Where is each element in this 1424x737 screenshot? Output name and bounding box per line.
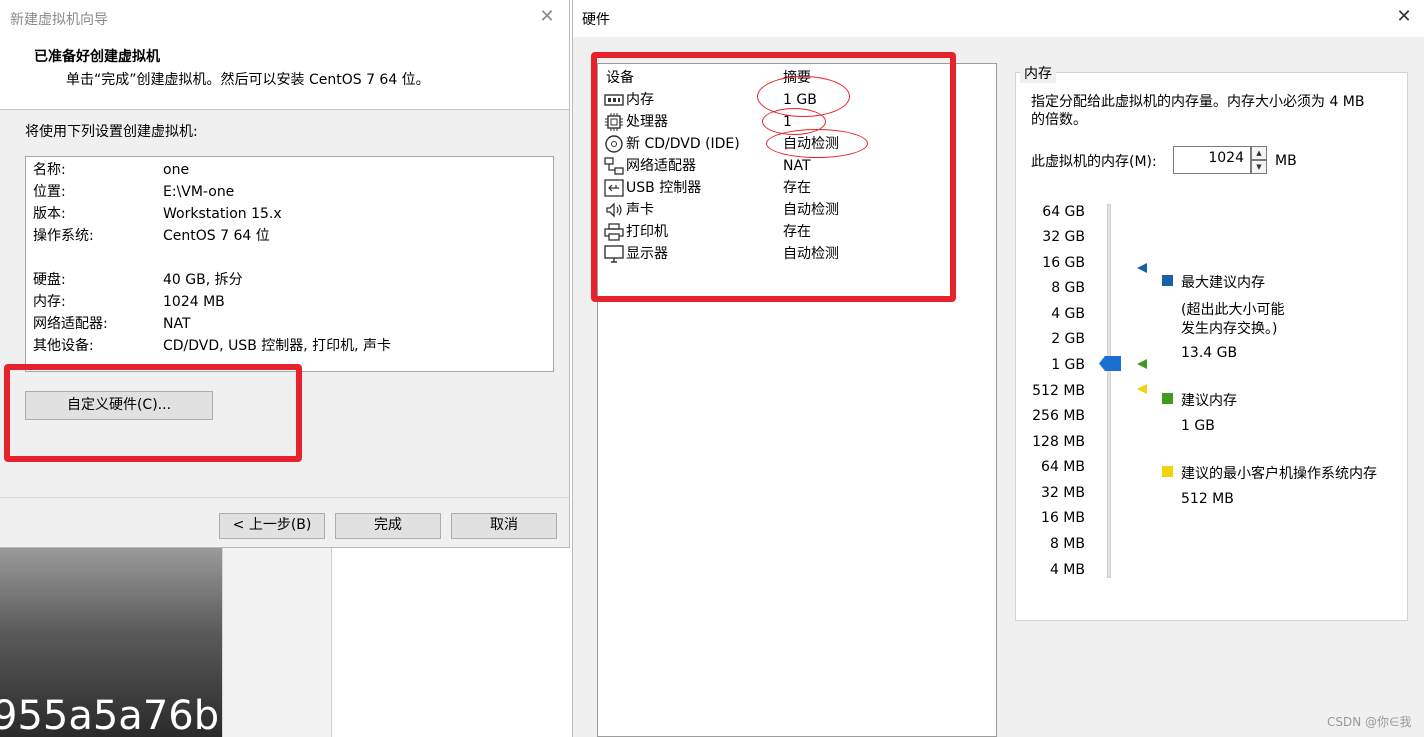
- summary-value: CentOS 7 64 位: [163, 228, 270, 244]
- scale-tick-label: 32 GB: [1042, 229, 1085, 245]
- min-legend-title: 建议的最小客户机操作系统内存: [1181, 466, 1377, 482]
- memory-slider-thumb[interactable]: [1099, 356, 1121, 371]
- memory-description: 指定分配给此虚拟机的内存量。内存大小必须为 4 MB: [1031, 94, 1365, 110]
- scale-tick-label: 4 MB: [1049, 562, 1085, 578]
- scale-tick-label: 16 MB: [1041, 510, 1085, 526]
- memory-size-input[interactable]: 1024: [1173, 146, 1251, 174]
- settings-summary-box: 名称: one 位置: E:\VM-one 版本: Workstation 15.x …: [25, 156, 554, 372]
- scale-tick-label: 64 MB: [1041, 459, 1085, 475]
- summary-key: 名称:: [33, 162, 66, 178]
- summary-key: 网络适配器:: [33, 316, 108, 332]
- recommended-legend-swatch: [1162, 393, 1173, 404]
- summary-value: E:\VM-one: [163, 184, 235, 200]
- memory-description-cont: 的倍数。: [1031, 112, 1087, 128]
- annotation-highlight-box: [4, 364, 302, 462]
- memory-slider-track[interactable]: [1107, 204, 1111, 578]
- new-vm-wizard-dialog: 新建虚拟机向导 ✕ 已准备好创建虚拟机 单击“完成”创建虚拟机。然后可以安装 C…: [0, 0, 570, 548]
- hardware-title: 硬件: [582, 12, 610, 28]
- close-icon[interactable]: ✕: [536, 6, 558, 28]
- back-button[interactable]: < 上一步(B): [219, 513, 325, 539]
- max-recommended-marker: [1137, 263, 1147, 273]
- memory-unit-label: MB: [1275, 153, 1297, 169]
- spin-down-icon[interactable]: ▼: [1251, 160, 1267, 174]
- scale-tick-label: 128 MB: [1032, 434, 1085, 450]
- wizard-title: 新建虚拟机向导: [10, 12, 108, 28]
- min-recommended-marker: [1137, 384, 1147, 394]
- annotation-circle: [766, 129, 868, 158]
- divider: [0, 497, 569, 498]
- summary-key: 版本:: [33, 206, 66, 222]
- scale-tick-label: 4 GB: [1051, 306, 1085, 322]
- scale-tick-label: 8 MB: [1049, 536, 1085, 552]
- summary-key: 操作系统:: [33, 228, 94, 244]
- recommended-marker: [1137, 359, 1147, 369]
- summary-key: 位置:: [33, 184, 66, 200]
- summary-value: CD/DVD, USB 控制器, 打印机, 声卡: [163, 338, 392, 354]
- summary-key: 内存:: [33, 294, 66, 310]
- scale-tick-label: 2 GB: [1051, 331, 1085, 347]
- wizard-header: 已准备好创建虚拟机 单击“完成”创建虚拟机。然后可以安装 CentOS 7 64…: [0, 36, 569, 110]
- summary-key: 硬盘:: [33, 272, 66, 288]
- memory-group-title: 内存: [1020, 63, 1056, 83]
- max-legend-note-cont: 发生内存交换。): [1181, 321, 1278, 337]
- finish-button[interactable]: 完成: [335, 513, 441, 539]
- wizard-header-subtitle: 单击“完成”创建虚拟机。然后可以安装 CentOS 7 64 位。: [66, 72, 430, 88]
- wizard-intro-text: 将使用下列设置创建虚拟机:: [25, 124, 198, 140]
- summary-value: one: [163, 162, 190, 178]
- scale-tick-label: 8 GB: [1051, 280, 1085, 296]
- background-panel: [222, 548, 332, 737]
- hardware-titlebar: 硬件 ✕: [573, 0, 1424, 37]
- scale-tick-label: 256 MB: [1032, 408, 1085, 424]
- close-icon[interactable]: ✕: [1393, 6, 1415, 28]
- scale-tick-label: 16 GB: [1042, 255, 1085, 271]
- scale-tick-label: 1 GB: [1051, 357, 1085, 373]
- spin-up-icon[interactable]: ▲: [1251, 146, 1267, 160]
- max-legend-swatch: [1162, 275, 1173, 286]
- max-legend-value: 13.4 GB: [1181, 345, 1238, 361]
- max-legend-title: 最大建议内存: [1181, 275, 1265, 291]
- summary-value: Workstation 15.x: [163, 206, 282, 222]
- recommended-legend-value: 1 GB: [1181, 418, 1215, 434]
- memory-field-label: 此虚拟机的内存(M):: [1031, 154, 1157, 170]
- background-thumbnail: 955a5a76b2f: [0, 548, 222, 737]
- cancel-button[interactable]: 取消: [451, 513, 557, 539]
- min-legend-swatch: [1162, 466, 1173, 477]
- min-legend-value: 512 MB: [1181, 491, 1234, 507]
- recommended-legend-title: 建议内存: [1181, 393, 1237, 409]
- summary-key: 其他设备:: [33, 338, 94, 354]
- scale-tick-label: 64 GB: [1042, 204, 1085, 220]
- summary-value: 40 GB, 拆分: [163, 272, 243, 288]
- scale-tick-label: 32 MB: [1041, 485, 1085, 501]
- wizard-header-title: 已准备好创建虚拟机: [34, 49, 160, 65]
- wizard-titlebar: 新建虚拟机向导 ✕: [0, 0, 569, 36]
- summary-value: NAT: [163, 316, 191, 332]
- watermark: CSDN @你∈我: [1327, 715, 1412, 729]
- summary-value: 1024 MB: [163, 294, 225, 310]
- max-legend-note: (超出此大小可能: [1181, 302, 1285, 318]
- background-hash-text: 955a5a76b2f: [0, 693, 222, 737]
- scale-tick-label: 512 MB: [1032, 383, 1085, 399]
